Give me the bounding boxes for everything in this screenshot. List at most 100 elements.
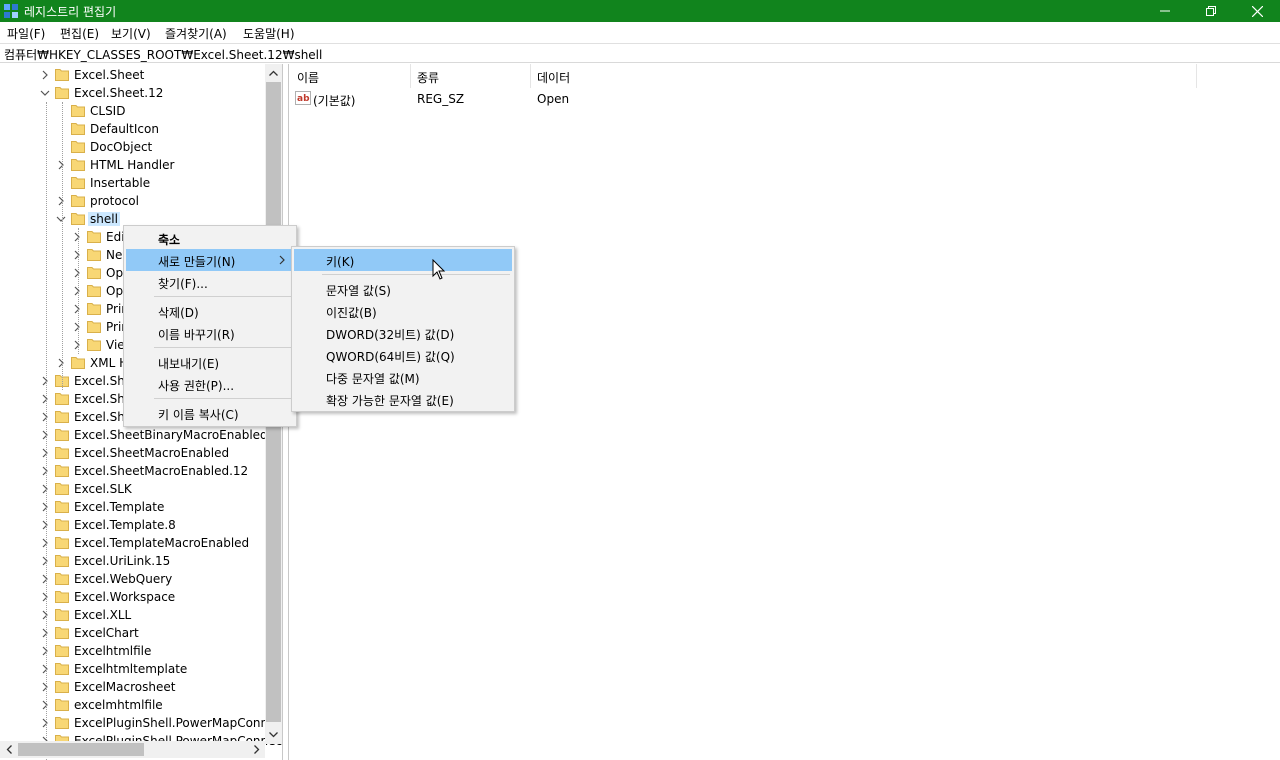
chevron-right-icon[interactable] (39, 375, 51, 387)
column-header-data[interactable]: 데이터 (531, 64, 1197, 88)
chevron-right-icon[interactable] (71, 285, 83, 297)
minimize-button[interactable] (1142, 0, 1188, 22)
menu-item-rename[interactable]: 이름 바꾸기(R) (126, 322, 294, 344)
chevron-right-icon[interactable] (39, 573, 51, 585)
chevron-right-icon[interactable] (39, 465, 51, 477)
column-header-name[interactable]: 이름 (289, 64, 411, 88)
tree-item[interactable]: Excel.Sheet (0, 66, 265, 84)
menu-item-permissions[interactable]: 사용 권한(P)... (126, 373, 294, 395)
menu-file[interactable]: 파일(F) (7, 25, 45, 42)
tree-item-label: HTML Handler (90, 158, 175, 172)
chevron-down-icon[interactable] (39, 87, 51, 99)
chevron-right-icon[interactable] (39, 393, 51, 405)
chevron-right-icon[interactable] (39, 483, 51, 495)
tree-item[interactable]: ExcelMacrosheet (0, 678, 265, 696)
submenu-item-key[interactable]: 키(K) (294, 249, 512, 271)
menu-item-new[interactable]: 새로 만들기(N) (126, 249, 294, 271)
menu-item-find[interactable]: 찾기(F)... (126, 271, 294, 293)
folder-icon (71, 123, 85, 135)
menu-edit[interactable]: 편집(E) (60, 25, 99, 42)
chevron-right-icon[interactable] (39, 609, 51, 621)
menu-item-export[interactable]: 내보내기(E) (126, 351, 294, 373)
chevron-right-icon[interactable] (39, 591, 51, 603)
chevron-right-icon[interactable] (71, 231, 83, 243)
tree-item[interactable]: Excel.Template (0, 498, 265, 516)
address-path[interactable]: 컴퓨터₩HKEY_CLASSES_ROOT₩Excel.Sheet.12₩she… (4, 46, 322, 63)
chevron-right-icon[interactable] (39, 627, 51, 639)
submenu-item-dword-value[interactable]: DWORD(32비트) 값(D) (294, 322, 512, 344)
chevron-right-icon[interactable] (55, 159, 67, 171)
menu-view[interactable]: 보기(V) (111, 25, 151, 42)
tree-item[interactable]: Excelhtmlfile (0, 642, 265, 660)
tree-item[interactable]: Excel.UriLink.15 (0, 552, 265, 570)
tree-item[interactable]: protocol (0, 192, 265, 210)
list-item[interactable]: ab (기본값) REG_SZ Open (295, 90, 695, 108)
tree-item[interactable]: DefaultIcon (0, 120, 265, 138)
tree-item[interactable]: Excel.Workspace (0, 588, 265, 606)
chevron-right-icon[interactable] (39, 69, 51, 81)
chevron-right-icon[interactable] (71, 321, 83, 333)
chevron-right-icon[interactable] (55, 357, 67, 369)
menu-favorites[interactable]: 즐겨찾기(A) (165, 25, 227, 42)
chevron-right-icon[interactable] (39, 501, 51, 513)
tree-item[interactable]: Excel.WebQuery (0, 570, 265, 588)
tree-item[interactable]: Excel.Sheet.12 (0, 84, 265, 102)
chevron-right-icon[interactable] (39, 429, 51, 441)
restore-button[interactable] (1188, 0, 1234, 22)
folder-icon (87, 303, 101, 315)
chevron-right-icon[interactable] (39, 681, 51, 693)
chevron-right-icon[interactable] (71, 267, 83, 279)
folder-icon (55, 717, 69, 729)
tree-item[interactable]: ExcelChart (0, 624, 265, 642)
chevron-right-icon[interactable] (71, 249, 83, 261)
chevron-right-icon[interactable] (39, 699, 51, 711)
scroll-down-arrow[interactable] (265, 726, 282, 743)
tree-item[interactable]: Excelhtmltemplate (0, 660, 265, 678)
submenu-item-expandable-string-value[interactable]: 확장 가능한 문자열 값(E) (294, 388, 512, 410)
submenu-item-binary-value[interactable]: 이진값(B) (294, 300, 512, 322)
chevron-right-icon[interactable] (39, 717, 51, 729)
tree-item[interactable]: Excel.TemplateMacroEnabled (0, 534, 265, 552)
tree-item[interactable]: Excel.SheetMacroEnabled (0, 444, 265, 462)
tree-item[interactable]: Excel.SheetBinaryMacroEnabled.12 (0, 426, 282, 444)
address-bar[interactable]: 컴퓨터₩HKEY_CLASSES_ROOT₩Excel.Sheet.12₩she… (0, 43, 1280, 63)
chevron-right-icon[interactable] (71, 303, 83, 315)
h-scroll-thumb[interactable] (18, 743, 144, 756)
chevron-right-icon[interactable] (39, 555, 51, 567)
folder-icon (55, 627, 69, 639)
chevron-right-icon[interactable] (39, 519, 51, 531)
chevron-right-icon[interactable] (39, 537, 51, 549)
tree-horizontal-scrollbar[interactable] (0, 741, 265, 758)
column-header-type[interactable]: 종류 (411, 64, 531, 88)
tree-item[interactable]: DocObject (0, 138, 265, 156)
chevron-right-icon[interactable] (39, 663, 51, 675)
chevron-right-icon[interactable] (39, 411, 51, 423)
tree-item[interactable]: Excel.SheetMacroEnabled.12 (0, 462, 265, 480)
submenu-item-multi-string-value[interactable]: 다중 문자열 값(M) (294, 366, 512, 388)
tree-item[interactable]: excelmhtmlfile (0, 696, 265, 714)
chevron-right-icon[interactable] (39, 447, 51, 459)
menu-item-collapse[interactable]: 축소 (126, 227, 294, 249)
tree-item[interactable]: Excel.SLK (0, 480, 265, 498)
menu-item-copy-key-name[interactable]: 키 이름 복사(C) (126, 402, 294, 424)
chevron-right-icon[interactable] (71, 339, 83, 351)
submenu-item-qword-value[interactable]: QWORD(64비트) 값(Q) (294, 344, 512, 366)
tree-item[interactable]: CLSID (0, 102, 265, 120)
menu-help[interactable]: 도움말(H) (243, 25, 295, 42)
close-button[interactable] (1234, 0, 1280, 22)
chevron-down-icon[interactable] (55, 213, 67, 225)
tree-item[interactable]: ExcelPluginShell.PowerMapConnect (0, 714, 282, 732)
scroll-left-arrow[interactable] (0, 741, 17, 758)
tree-item[interactable]: HTML Handler (0, 156, 265, 174)
tree-item[interactable]: Insertable (0, 174, 265, 192)
scroll-up-arrow[interactable] (265, 64, 282, 81)
menu-item-delete[interactable]: 삭제(D) (126, 300, 294, 322)
scroll-right-arrow[interactable] (248, 741, 265, 758)
submenu-item-string-value[interactable]: 문자열 값(S) (294, 278, 512, 300)
chevron-up-icon (269, 70, 278, 76)
chevron-right-icon[interactable] (55, 195, 67, 207)
chevron-right-icon[interactable] (39, 645, 51, 657)
tree-item[interactable]: Excel.XLL (0, 606, 265, 624)
folder-icon (71, 195, 85, 207)
tree-item[interactable]: Excel.Template.8 (0, 516, 265, 534)
